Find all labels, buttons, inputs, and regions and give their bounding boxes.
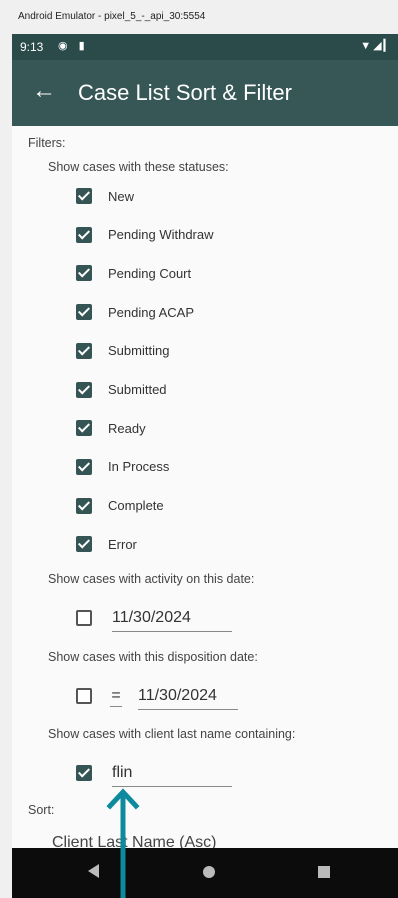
app-bar: ← Case List Sort & Filter (12, 60, 398, 126)
status-label: Complete (108, 498, 164, 514)
filter-content[interactable]: Filters: Show cases with these statuses:… (12, 126, 398, 848)
status-item[interactable]: Pending ACAP (76, 300, 194, 324)
status-checkbox[interactable] (76, 381, 92, 398)
sort-select[interactable]: Client Last Name (Asc) (52, 834, 217, 848)
status-checkbox[interactable] (76, 458, 92, 475)
emulator-window-title: Android Emulator - pixel_5_-_api_30:5554 (0, 0, 398, 34)
activity-prompt: Show cases with activity on this date: (48, 572, 255, 586)
lastname-prompt: Show cases with client last name contain… (48, 727, 296, 741)
status-label: Error (108, 536, 137, 552)
disposition-operator-select[interactable]: = (110, 686, 122, 707)
page-title: Case List Sort & Filter (78, 80, 292, 105)
signal-battery-icons: ▼◢▎ (360, 40, 394, 52)
status-label: Submitted (108, 382, 167, 397)
back-arrow-icon[interactable]: ← (32, 76, 56, 106)
status-label: Pending Withdraw (108, 227, 214, 243)
status-item[interactable]: Complete (76, 494, 164, 518)
status-checkbox[interactable] (76, 420, 92, 437)
lastname-value: flin (112, 764, 133, 781)
status-time: 9:13 (20, 40, 44, 54)
status-item[interactable]: Pending Court (76, 261, 191, 285)
status-item[interactable]: Ready (76, 416, 146, 440)
nav-back-icon[interactable] (88, 864, 99, 878)
status-item[interactable]: Pending Withdraw (76, 223, 214, 247)
status-checkbox[interactable] (76, 226, 92, 243)
activity-date-checkbox[interactable] (76, 610, 92, 626)
disposition-date-value: 11/30/2024 (138, 687, 217, 704)
lastname-row[interactable] (76, 761, 92, 785)
status-label: Submitting (108, 343, 170, 359)
notification-icons: ◉ ▮ (58, 40, 89, 52)
nav-recents-icon[interactable] (318, 866, 330, 878)
disposition-date-checkbox[interactable] (76, 688, 92, 704)
disposition-prompt: Show cases with this disposition date: (48, 650, 258, 664)
status-prompt: Show cases with these statuses: (48, 160, 229, 174)
status-item[interactable]: New (76, 184, 134, 208)
status-label: Pending Court (108, 265, 192, 281)
status-item[interactable]: In Process (76, 455, 169, 479)
disposition-date-field[interactable]: 11/30/2024 (138, 686, 238, 710)
status-checkbox[interactable] (76, 304, 92, 321)
status-label: In Process (108, 459, 170, 475)
status-checkbox[interactable] (76, 536, 92, 553)
status-item[interactable]: Submitting (76, 339, 169, 363)
status-checkbox[interactable] (76, 342, 92, 359)
activity-date-value: 11/30/2024 (112, 609, 191, 626)
status-checkbox[interactable] (76, 265, 92, 282)
status-checkbox[interactable] (76, 188, 92, 204)
lastname-input[interactable]: flin (112, 763, 232, 787)
device-screen: 9:13 ◉ ▮ ▼◢▎ ← Case List Sort & Filter F… (12, 34, 398, 898)
status-label: New (108, 188, 135, 204)
nav-home-icon[interactable] (203, 866, 215, 878)
lastname-checkbox[interactable] (76, 765, 92, 781)
status-bar: 9:13 ◉ ▮ ▼◢▎ (12, 34, 398, 60)
status-label: Pending ACAP (108, 304, 195, 320)
system-nav-bar (12, 848, 398, 898)
filters-heading: Filters: (28, 136, 66, 150)
status-item[interactable]: Error (76, 532, 137, 556)
activity-date-field[interactable]: 11/30/2024 (112, 608, 232, 632)
sort-heading: Sort: (28, 803, 55, 817)
status-label: Ready (108, 420, 146, 436)
disposition-date-row[interactable] (76, 684, 92, 708)
status-checkbox[interactable] (76, 497, 92, 514)
status-item[interactable]: Submitted (76, 378, 167, 402)
activity-date-row[interactable] (76, 606, 92, 630)
